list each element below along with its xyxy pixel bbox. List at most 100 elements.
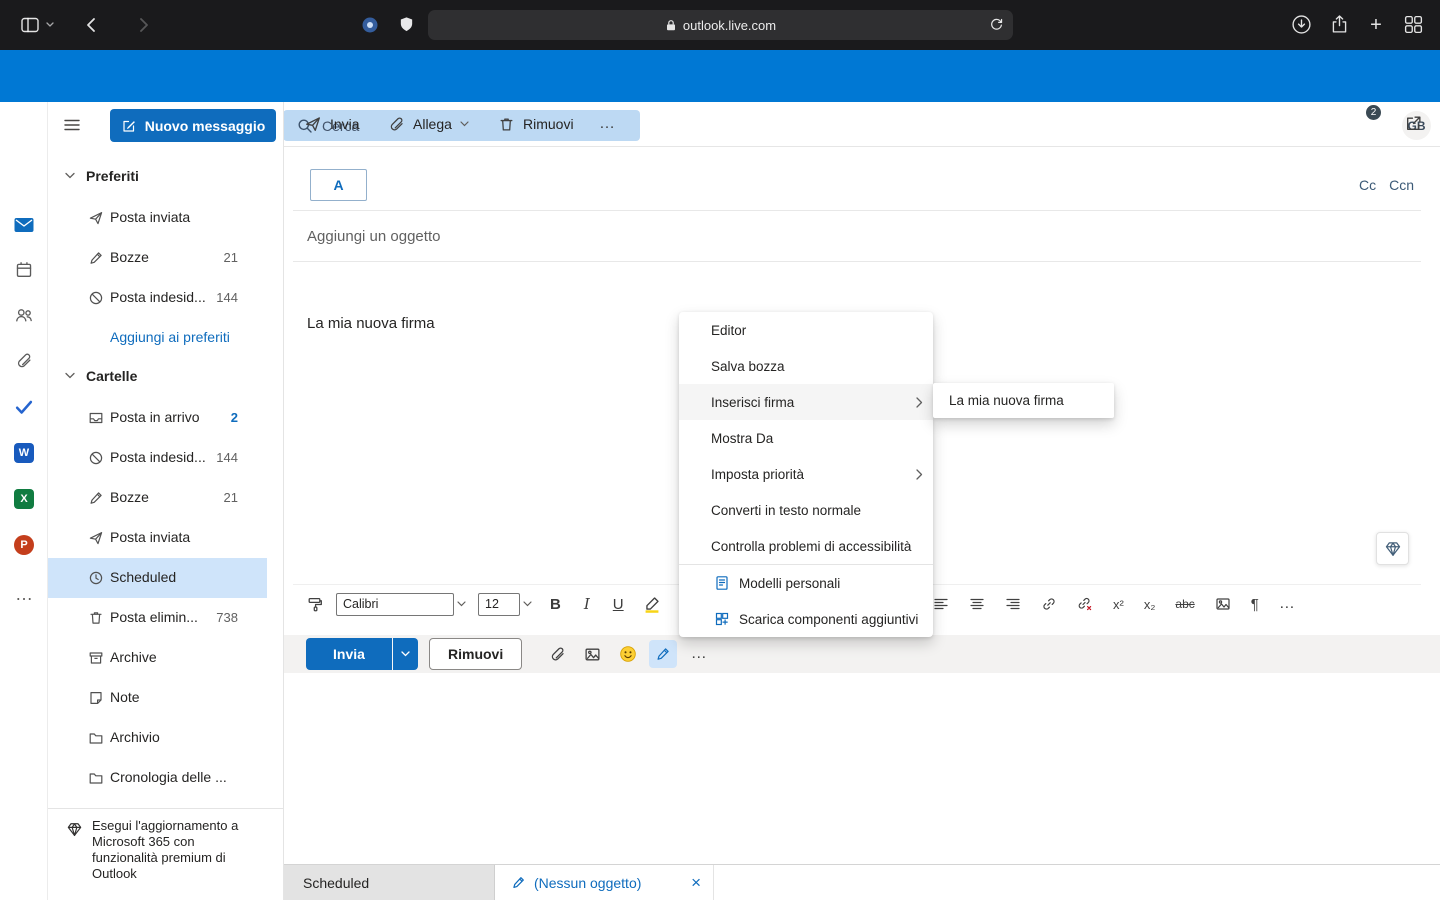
insert-image-icon[interactable] (1215, 596, 1231, 612)
menu-item-show-from[interactable]: Mostra Da (679, 420, 933, 456)
folder-item-archive[interactable]: Archive (48, 638, 284, 678)
address-bar[interactable]: outlook.live.com (428, 10, 1013, 40)
align-right-icon[interactable] (1005, 596, 1021, 612)
folder-item-deleted[interactable]: Posta elimin... 738 (48, 598, 284, 638)
emoji-icon[interactable] (610, 638, 645, 670)
folders-section-header[interactable]: Cartelle (48, 358, 284, 394)
attachments-icon[interactable] (0, 345, 48, 377)
menu-item-my-templates[interactable]: Modelli personali (679, 565, 933, 601)
sidebar-toggle-icon[interactable] (20, 15, 40, 35)
skype-icon[interactable]: S (1115, 113, 1141, 139)
extension-icon[interactable] (361, 16, 379, 34)
word-icon[interactable]: W (0, 437, 48, 469)
close-tab-icon[interactable]: × (691, 874, 701, 891)
align-left-icon[interactable] (933, 596, 949, 612)
font-size-select[interactable]: 12 (478, 593, 520, 616)
junk-icon (88, 450, 104, 466)
format-painter-icon[interactable] (306, 596, 323, 613)
favorites-section-header[interactable]: Preferiti (48, 158, 284, 194)
new-message-button[interactable]: Nuovo messaggio (110, 109, 276, 142)
tab-draft-active[interactable]: (Nessun oggetto) × (495, 865, 714, 900)
folder-item-junk[interactable]: Posta indesid... 144 (48, 438, 284, 478)
folder-item-scheduled[interactable]: Scheduled (48, 558, 267, 598)
chevron-down-icon[interactable] (523, 601, 532, 607)
todo-icon[interactable] (0, 391, 48, 423)
menu-item-set-priority[interactable]: Imposta priorità (679, 456, 933, 492)
powerpoint-icon[interactable]: P (0, 529, 48, 561)
signature-submenu-item[interactable]: La mia nuova firma (933, 383, 1114, 418)
send-toolbar-button[interactable]: Invia (304, 102, 360, 146)
back-icon[interactable] (84, 16, 100, 34)
folder-item-sent[interactable]: Posta inviata (48, 198, 284, 238)
attach-toolbar-button[interactable]: Allega (388, 102, 469, 146)
toolbar-more-button[interactable]: … (599, 102, 615, 146)
unlink-icon[interactable] (1077, 596, 1093, 612)
downloads-icon[interactable] (1291, 14, 1312, 35)
tab-scheduled[interactable]: Scheduled (284, 865, 495, 900)
to-button[interactable]: A (310, 169, 367, 201)
tasks-card-icon[interactable] (1211, 113, 1237, 139)
excel-icon[interactable]: X (0, 483, 48, 515)
people-icon[interactable] (0, 299, 48, 331)
align-center-icon[interactable] (969, 596, 985, 612)
menu-item-accessibility[interactable]: Controlla problemi di accessibilità (679, 528, 933, 564)
menu-item-plain-text[interactable]: Converti in testo normale (679, 492, 933, 528)
subject-input[interactable]: Aggiungi un oggetto (307, 228, 440, 245)
cc-link[interactable]: Cc (1359, 177, 1376, 193)
attach-file-icon[interactable] (540, 638, 575, 670)
menu-item-save-draft[interactable]: Salva bozza (679, 348, 933, 384)
qr-code-icon[interactable] (1067, 113, 1093, 139)
highlighter-icon[interactable] (643, 595, 661, 613)
calendar-icon[interactable] (0, 254, 48, 286)
chevron-down-icon[interactable] (46, 22, 54, 28)
shield-icon[interactable] (398, 15, 415, 34)
upgrade-message[interactable]: Esegui l'aggiornamento a Microsoft 365 c… (92, 818, 248, 882)
menu-item-editor[interactable]: Editor (679, 312, 933, 348)
new-tab-icon[interactable]: + (1365, 12, 1387, 38)
signin-button[interactable]: Accedi ora (935, 113, 1030, 139)
bcc-link[interactable]: Ccn (1389, 177, 1414, 193)
superscript-button[interactable]: x² (1113, 597, 1124, 612)
message-body[interactable]: La mia nuova firma (307, 315, 435, 332)
folder-item-inbox[interactable]: Posta in arrivo 2 (48, 398, 284, 438)
underline-button[interactable]: U (613, 596, 624, 613)
reload-icon[interactable] (989, 17, 1004, 32)
discard-button[interactable]: Rimuovi (429, 638, 522, 670)
forward-icon[interactable] (135, 16, 151, 34)
hamburger-icon[interactable] (63, 116, 81, 134)
tab-overview-icon[interactable] (1403, 14, 1424, 35)
remove-toolbar-button[interactable]: Rimuovi (498, 102, 574, 146)
chevron-down-icon[interactable] (457, 601, 466, 607)
more-actions-button[interactable]: … (681, 638, 716, 670)
folder-item-junk[interactable]: Posta indesid... 144 (48, 278, 284, 318)
premium-upgrade-button[interactable] (1376, 532, 1409, 565)
send-split-button[interactable]: Invia (306, 638, 418, 670)
folder-item-archivio[interactable]: Archivio (48, 718, 284, 758)
subscript-button[interactable]: x₂ (1144, 597, 1156, 612)
folder-item-drafts[interactable]: Bozze 21 (48, 478, 284, 518)
paragraph-direction-icon[interactable]: ¶ (1251, 596, 1259, 613)
more-apps-icon[interactable]: … (0, 578, 48, 610)
italic-button[interactable]: I (584, 595, 590, 613)
folder-item-drafts[interactable]: Bozze 21 (48, 238, 284, 278)
add-favorite-link[interactable]: Aggiungi ai preferiti (110, 329, 230, 345)
settings-gear-icon[interactable]: ⚙ (1259, 113, 1285, 139)
folder-item-history[interactable]: Cronologia delle ... (48, 758, 284, 798)
menu-item-insert-signature[interactable]: Inserisci firma (679, 384, 933, 420)
immersive-reader-icon[interactable] (1163, 113, 1189, 139)
bold-button[interactable]: B (550, 596, 561, 613)
open-in-new-window-icon[interactable] (1404, 114, 1423, 133)
link-icon[interactable] (1041, 596, 1057, 612)
mail-icon[interactable] (0, 209, 48, 241)
font-name-select[interactable]: Calibri (336, 593, 454, 616)
ink-draw-button[interactable] (649, 640, 677, 668)
send-options-chevron[interactable] (393, 638, 418, 670)
share-icon[interactable] (1329, 13, 1350, 35)
help-icon[interactable]: ? (1307, 113, 1333, 139)
folder-item-sent[interactable]: Posta inviata (48, 518, 284, 558)
format-more-button[interactable]: … (1279, 595, 1295, 613)
insert-picture-icon[interactable] (575, 638, 610, 670)
folder-item-notes[interactable]: Note (48, 678, 284, 718)
menu-item-get-addins[interactable]: Scarica componenti aggiuntivi (679, 601, 933, 637)
strikethrough-button[interactable]: abc (1175, 597, 1194, 611)
